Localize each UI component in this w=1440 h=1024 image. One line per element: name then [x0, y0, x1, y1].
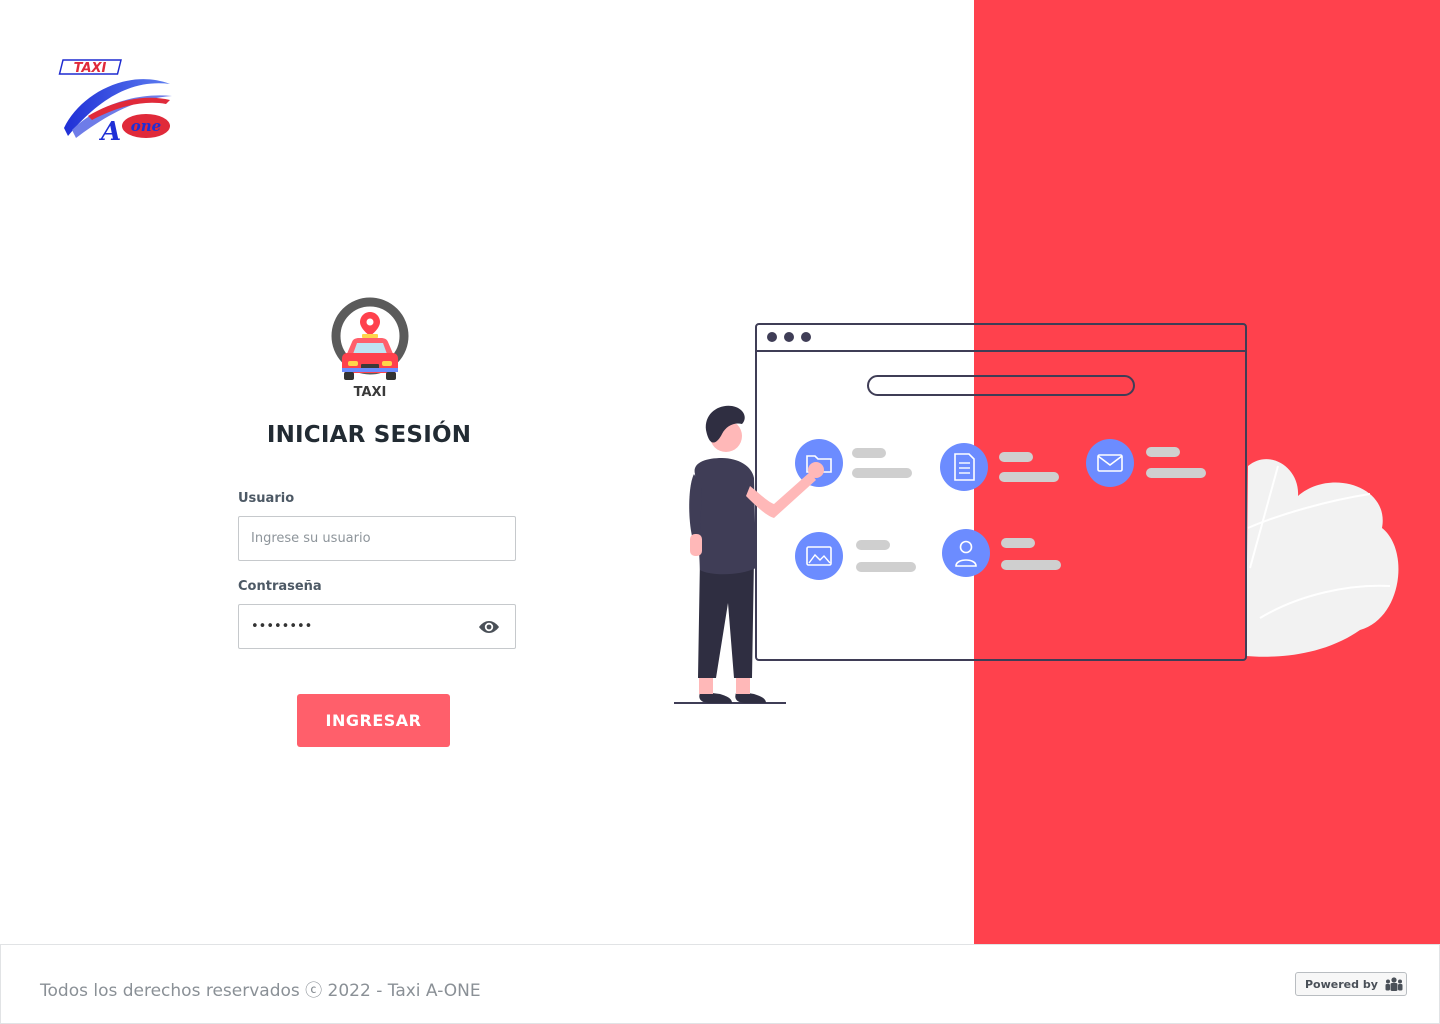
powered-by-badge[interactable]: Powered by	[1295, 972, 1407, 996]
footer: Todos los derechos reservados ⓒ 2022 - T…	[0, 944, 1440, 1024]
copyright-text: Todos los derechos reservados ⓒ 2022 - T…	[40, 981, 481, 1001]
hero-illustration	[670, 318, 1400, 708]
username-input[interactable]	[239, 517, 515, 560]
login-submit-button[interactable]: INGRESAR	[297, 694, 450, 747]
page-title: INICIAR SESIÓN	[266, 422, 472, 448]
leaf-decoration	[1246, 459, 1399, 657]
brand-logo: TAXI A one	[58, 56, 178, 146]
password-field[interactable]	[238, 604, 516, 649]
logo-text-taxi: TAXI	[74, 61, 107, 76]
svg-text:A: A	[98, 117, 121, 146]
badge-taxi-label: TAXI	[354, 385, 387, 400]
browser-window	[755, 323, 1247, 661]
login-page: TAXI A one TAXI INICIAR SESIÓN Usuario I…	[0, 0, 1440, 1024]
image-icon	[795, 532, 843, 580]
password-input[interactable]	[239, 605, 515, 648]
username-label: Usuario	[238, 491, 295, 506]
username-field[interactable]	[238, 516, 516, 561]
taxi-location-icon: TAXI	[328, 296, 412, 400]
document-icon	[940, 443, 988, 491]
svg-text:one: one	[131, 117, 161, 135]
team-icon	[1385, 977, 1403, 991]
powered-by-label: Powered by	[1305, 977, 1378, 991]
password-label: Contraseña	[238, 579, 322, 594]
user-icon	[942, 529, 990, 577]
eye-icon[interactable]	[477, 616, 501, 638]
mail-icon	[1086, 439, 1134, 487]
